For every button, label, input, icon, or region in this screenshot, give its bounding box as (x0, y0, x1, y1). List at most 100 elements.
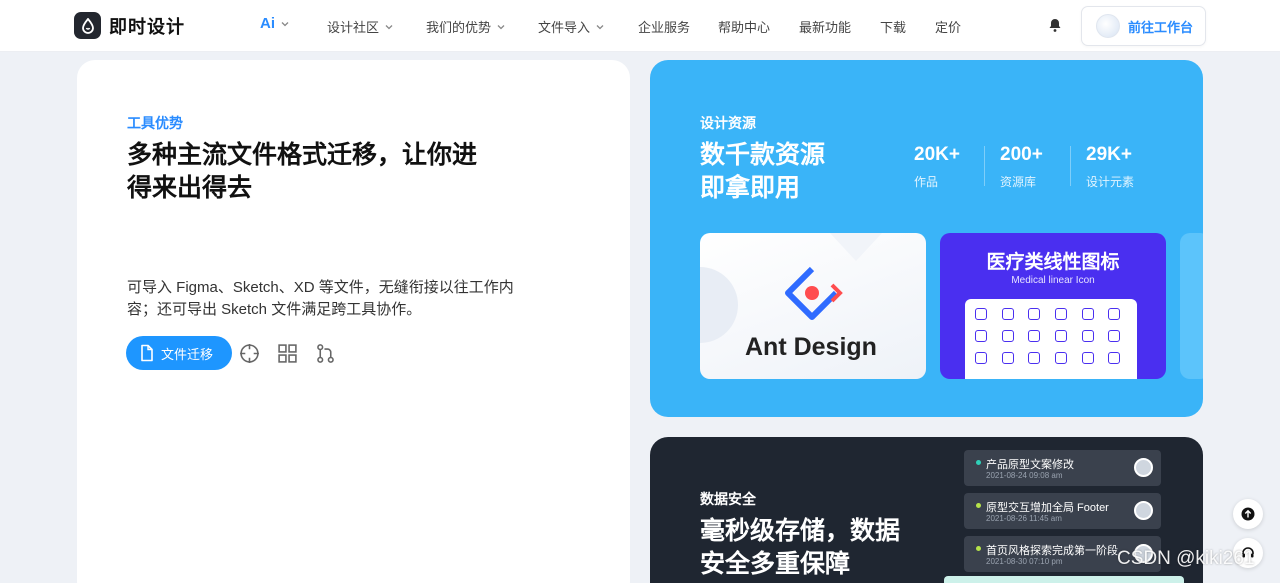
thumb-title: Ant Design (745, 333, 877, 361)
stat-divider (984, 146, 985, 186)
menu-item-community[interactable]: 设计社区 (327, 17, 395, 36)
medical-icon (1081, 352, 1094, 364)
chevron-down-icon (281, 21, 289, 26)
brand-name: 即时设计 (109, 16, 185, 37)
headline-line: 安全多重保障 (700, 550, 851, 578)
medical-icon (1108, 352, 1121, 364)
menu-label: 下载 (880, 20, 907, 35)
avatar (1134, 458, 1153, 477)
chevron-down-icon (596, 24, 604, 29)
section-eyebrow: 工具优势 (127, 115, 183, 131)
section-eyebrow: 设计资源 (700, 115, 756, 131)
medical-icon (975, 308, 987, 320)
stat-works: 20K+ 作品 (914, 144, 960, 190)
task-time: 2021-08-30 07:10 pm (986, 557, 1063, 566)
menu-label: 企业服务 (638, 20, 691, 35)
task-time: 2021-08-26 11:45 am (986, 514, 1062, 523)
stat-divider (1070, 146, 1071, 186)
medical-icon (1054, 308, 1067, 320)
menu-item-enterprise[interactable]: 企业服务 (638, 17, 690, 36)
status-dot (976, 546, 981, 551)
menu-item-help[interactable]: 帮助中心 (718, 17, 770, 36)
medical-icon (1028, 330, 1041, 342)
task-title: 首页风格探索完成第一阶段 (986, 545, 1118, 557)
stat-label: 资源库 (1000, 175, 1037, 189)
avatar (1096, 14, 1120, 38)
section-headline: 多种主流文件格式迁移，让你进 得来出得去 (127, 139, 477, 205)
section-headline: 数千款资源 即拿即用 (700, 139, 825, 205)
task-highlight-strip (944, 576, 1184, 583)
menu-label: 我们的优势 (426, 20, 492, 35)
menu-item-advantages[interactable]: 我们的优势 (426, 17, 507, 36)
grid-icon[interactable] (277, 343, 298, 364)
section-description: 可导入 Figma、Sketch、XD 等文件，无缝衔接以往工作内 容；还可导出… (127, 277, 517, 321)
design-resources-card: 设计资源 数千款资源 即拿即用 20K+ 作品 200+ 资源库 29K+ 设计… (650, 60, 1203, 417)
bell-icon[interactable] (1047, 17, 1063, 33)
task-title: 原型交互增加全局 Footer (986, 502, 1109, 514)
watermark: CSDN @kiki261 (1117, 548, 1255, 569)
medical-icon (1054, 330, 1067, 342)
crosshair-icon[interactable] (239, 343, 260, 364)
medical-icon (1001, 308, 1014, 320)
menu-item-import[interactable]: 文件导入 (538, 17, 606, 36)
medical-icon (1054, 352, 1067, 364)
tool-advantage-card: 工具优势 多种主流文件格式迁移，让你进 得来出得去 可导入 Figma、Sket… (77, 60, 630, 583)
menu-label: 文件导入 (538, 20, 591, 35)
avatar (1134, 501, 1153, 520)
menu-item-pricing[interactable]: 定价 (935, 17, 961, 36)
top-navbar: 即时设计 Ai 设计社区 我们的优势 文件导入 企业服务 帮助中心 最新功能 下… (0, 0, 1280, 52)
menu-item-download[interactable]: 下载 (880, 17, 906, 36)
chevron-down-icon (385, 24, 393, 29)
headline-line: 数千款资源 (700, 141, 826, 169)
cta-label: 前往工作台 (1128, 19, 1194, 35)
stat-label: 设计元素 (1086, 175, 1135, 189)
back-to-top-button[interactable] (1233, 499, 1263, 529)
chevron-down-icon (497, 24, 505, 29)
git-branch-icon[interactable] (315, 343, 336, 364)
menu-label: 定价 (935, 20, 962, 35)
headline-line: 毫秒级存储，数据 (700, 517, 901, 545)
menu-label: 设计社区 (327, 20, 380, 35)
stat-label: 作品 (914, 175, 939, 189)
medical-icon (1001, 330, 1014, 342)
ant-design-resource-thumb[interactable]: Ant Design (700, 233, 926, 379)
arrow-up-icon (1241, 507, 1255, 521)
medical-icon (1108, 308, 1121, 320)
description-line: 容；还可导出 Sketch 文件满足跨工具协作。 (127, 301, 422, 318)
logo-drop-icon (74, 12, 101, 39)
headline-line: 多种主流文件格式迁移，让你进 (127, 141, 478, 169)
menu-label: 最新功能 (799, 20, 852, 35)
stat-libraries: 200+ 资源库 (1000, 144, 1043, 190)
file-migration-tab[interactable]: 文件迁移 (126, 336, 232, 370)
description-line: 可导入 Figma、Sketch、XD 等文件，无缝衔接以往工作内 (127, 279, 514, 296)
tab-label: 文件迁移 (161, 346, 214, 362)
stat-elements: 29K+ 设计元素 (1086, 144, 1134, 190)
headline-line: 得来出得去 (127, 174, 253, 202)
brand-logo[interactable]: 即时设计 (74, 12, 185, 39)
menu-label: Ai (260, 15, 275, 32)
medical-icon (1001, 352, 1014, 364)
menu-label: 帮助中心 (718, 20, 771, 35)
thumb-subtitle: Medical linear Icon (1011, 275, 1095, 286)
status-dot (976, 503, 981, 508)
medical-icons-resource-thumb[interactable]: 医疗类线性图标 Medical linear Icon (940, 233, 1166, 379)
file-icon (141, 344, 153, 362)
menu-item-ai[interactable]: Ai (260, 15, 291, 32)
medical-icon (1081, 308, 1094, 320)
stat-value: 29K+ (1086, 144, 1132, 165)
task-item: 原型交互增加全局 Footer 2021-08-26 11:45 am (964, 493, 1161, 529)
menu-item-new-features[interactable]: 最新功能 (799, 17, 851, 36)
next-resource-thumb[interactable] (1180, 233, 1203, 379)
medical-icon (1028, 308, 1041, 320)
medical-icon (1028, 352, 1041, 364)
go-to-workspace-button[interactable]: 前往工作台 (1081, 6, 1206, 46)
task-time: 2021-08-24 09:08 am (986, 471, 1063, 480)
task-title: 产品原型文案修改 (986, 459, 1074, 471)
medical-icon (1081, 330, 1094, 342)
section-headline: 毫秒级存储，数据 安全多重保障 (700, 515, 900, 581)
medical-icon (1108, 330, 1121, 342)
medical-icon (975, 330, 987, 342)
status-dot (976, 460, 981, 465)
thumb-title: 医疗类线性图标 (986, 252, 1120, 273)
stat-value: 20K+ (914, 144, 960, 165)
